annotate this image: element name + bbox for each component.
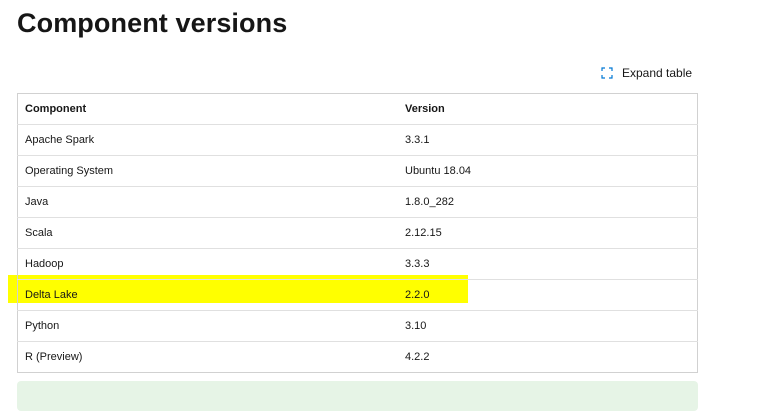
note-callout [17,381,698,411]
cell-component: R (Preview) [25,351,83,363]
cell-component: Delta Lake [17,279,398,311]
cell-version: 3.3.3 [398,248,698,280]
page-title: Component versions [17,8,288,38]
table-row: R (Preview) 4.2.2 [18,342,698,373]
cell-version: Ubuntu 18.04 [398,155,698,187]
table-header-row: Component Version [17,93,698,125]
table-row: Operating System Ubuntu 18.04 [17,155,698,187]
table-row: Apache Spark 3.3.1 [17,124,698,156]
component-versions-table: Component Version Apache Spark 3.3.1 Ope… [17,93,698,373]
cell-version: 3.10 [398,310,698,342]
cell-component: Operating System [17,155,398,187]
column-header-component: Component [17,93,398,125]
table-row: Python 3.10 [17,310,698,342]
cell-component: Python [17,310,398,342]
table-row: Scala 2.12.15 [17,217,698,249]
table-row: Java 1.8.0_282 [17,186,698,218]
column-header-version: Version [398,93,698,125]
cell-component: Scala [17,217,398,249]
table-row: Hadoop 3.3.3 [17,248,698,280]
cell-version: 2.12.15 [398,217,698,249]
cell-version: 1.8.0_282 [398,186,698,218]
cell-version: 3.3.1 [398,124,698,156]
expand-table-button[interactable]: Expand table [601,66,692,80]
expand-icon [601,67,613,79]
cell-version: 2.2.0 [398,279,698,311]
cell-version: 4.2.2 [405,351,430,363]
expand-table-label: Expand table [622,66,693,80]
cell-component: Hadoop [17,248,398,280]
cell-component: Apache Spark [17,124,398,156]
table-row-highlighted: Delta Lake 2.2.0 [17,279,698,311]
cell-component: Java [17,186,398,218]
